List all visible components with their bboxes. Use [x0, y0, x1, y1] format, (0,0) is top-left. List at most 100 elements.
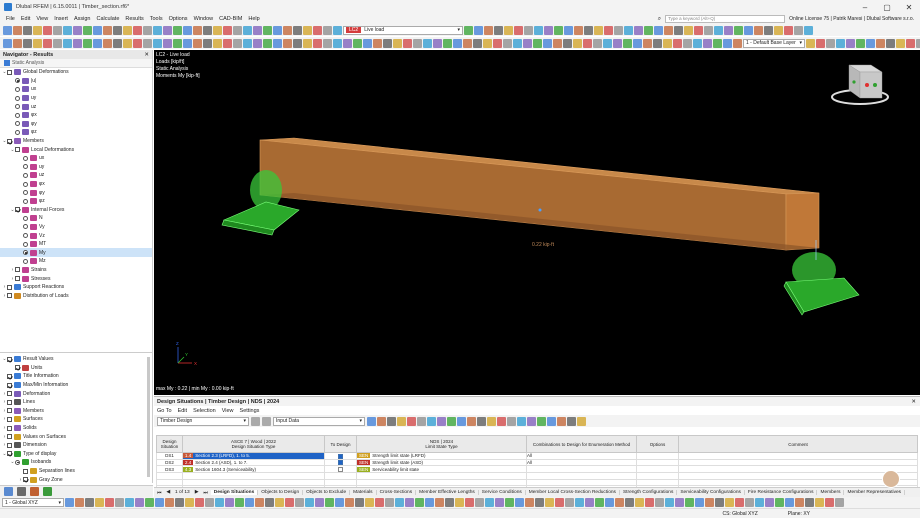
tree-radio[interactable]: [23, 164, 28, 170]
toolbar-tool-icon[interactable]: [93, 25, 102, 35]
toolbar-tool-icon[interactable]: [453, 38, 462, 48]
toolbar-tool-icon[interactable]: [755, 498, 764, 507]
toolbar-tool-icon[interactable]: [93, 38, 102, 48]
toolbar-tool-icon[interactable]: [525, 498, 534, 507]
toolbar-tool-icon[interactable]: [193, 25, 202, 35]
tree-item[interactable]: › Solids: [0, 424, 152, 433]
toolbar-tool-icon[interactable]: [205, 498, 214, 507]
toolbar-tool-icon[interactable]: [673, 38, 682, 48]
toolbar-tool-icon[interactable]: [503, 38, 512, 48]
toolbar-tool-icon[interactable]: [543, 38, 552, 48]
menu-help[interactable]: Help: [245, 16, 262, 22]
toolbar-tool-icon[interactable]: [243, 25, 252, 35]
toolbar-tool-icon[interactable]: [585, 498, 594, 507]
toolbar-tool-icon[interactable]: [605, 498, 614, 507]
toolbar-tool-icon[interactable]: [13, 25, 22, 35]
tab-member-local-cross-section-reductions[interactable]: Member Local Cross-Section Reductions: [526, 490, 620, 495]
toolbar-tool-icon[interactable]: [53, 25, 62, 35]
toolbar-tool-icon[interactable]: [255, 498, 264, 507]
tree-checkbox[interactable]: [7, 434, 12, 440]
toolbar-tool-icon[interactable]: [23, 25, 32, 35]
layer-select[interactable]: 1 - Default Base Layer ▾: [743, 38, 805, 48]
toolbar-tool-icon[interactable]: [173, 38, 182, 48]
menu-results[interactable]: Results: [122, 16, 146, 22]
toolbar-tool-icon[interactable]: [223, 25, 232, 35]
tree-checkbox[interactable]: [7, 284, 12, 290]
limit-state-cell[interactable]: SEN Serviceability limit state: [356, 465, 527, 474]
toolbar-tool-icon[interactable]: [475, 498, 484, 507]
toolbar-tool-icon[interactable]: [133, 25, 142, 35]
tree-radio[interactable]: [23, 250, 28, 256]
toolbar-tool-icon[interactable]: [3, 38, 12, 48]
toolbar-tool-icon[interactable]: [876, 38, 885, 48]
toolbar-tool-icon[interactable]: [435, 498, 444, 507]
toolbar-tool-icon[interactable]: [664, 25, 673, 35]
toolbar-tool-icon[interactable]: [163, 38, 172, 48]
to-design-checkbox[interactable]: [338, 453, 343, 459]
tree-item[interactable]: ⌄ Result Values: [0, 355, 152, 364]
limit-state-cell[interactable]: SEN Strength limit state (ASD): [356, 458, 527, 467]
toolbar-tool-icon[interactable]: [53, 38, 62, 48]
tree-item[interactable]: φx: [0, 180, 152, 189]
toolbar-tool-icon[interactable]: [333, 38, 342, 48]
tree-radio[interactable]: [15, 129, 20, 135]
toolbar-tool-icon[interactable]: [574, 25, 583, 35]
tree-item[interactable]: Separation lines: [0, 467, 152, 476]
toolbar-tool-icon[interactable]: [784, 25, 793, 35]
toolbar-tool-icon[interactable]: [725, 498, 734, 507]
toolbar-tool-icon[interactable]: [495, 498, 504, 507]
toolbar-tool-icon[interactable]: [594, 25, 603, 35]
toolbar-tool-icon[interactable]: [613, 38, 622, 48]
tree-radio[interactable]: [23, 215, 28, 221]
toolbar-tool-icon[interactable]: [603, 38, 612, 48]
toolbar-tool-icon[interactable]: [906, 38, 915, 48]
toolbar-tool-icon[interactable]: [355, 498, 364, 507]
toolbar-tool-icon[interactable]: [115, 498, 124, 507]
tree-item[interactable]: › Lines: [0, 398, 152, 407]
tab-serviceability-configurations[interactable]: Serviceability Configurations: [677, 490, 745, 495]
toolbar-tool-icon[interactable]: [493, 38, 502, 48]
toolbar-tool-icon[interactable]: [655, 498, 664, 507]
toolbar-tool-icon[interactable]: [417, 416, 426, 426]
toolbar-tool-icon[interactable]: [744, 25, 753, 35]
toolbar-tool-icon[interactable]: [455, 498, 464, 507]
menu-view[interactable]: View: [33, 16, 51, 22]
toolbar-tool-icon[interactable]: [584, 25, 593, 35]
toolbar-tool-icon[interactable]: [825, 498, 834, 507]
toolbar-tool-icon[interactable]: [105, 498, 114, 507]
maximize-button[interactable]: ▢: [876, 3, 898, 12]
toolbar-tool-icon[interactable]: [413, 38, 422, 48]
tree-checkbox[interactable]: [7, 408, 12, 414]
toolbar-tool-icon[interactable]: [353, 38, 362, 48]
toolbar-tool-icon[interactable]: [165, 498, 174, 507]
toolbar-tool-icon[interactable]: [547, 416, 556, 426]
tree-item[interactable]: φy: [0, 188, 152, 197]
tree-checkbox[interactable]: [23, 477, 28, 483]
tree-item[interactable]: φx: [0, 111, 152, 120]
tree-radio[interactable]: [23, 155, 28, 161]
tree-item[interactable]: Title Information: [0, 372, 152, 381]
toolbar-tool-icon[interactable]: [303, 38, 312, 48]
tab-member-effective-lengths[interactable]: Member Effective Lengths: [416, 490, 479, 495]
toolbar-tool-icon[interactable]: [133, 38, 142, 48]
toolbar-tool-icon[interactable]: [233, 25, 242, 35]
toolbar-tool-icon[interactable]: [575, 498, 584, 507]
menu-options[interactable]: Options: [166, 16, 191, 22]
tree-item[interactable]: › Stresses: [0, 274, 152, 283]
tree-item[interactable]: uy: [0, 94, 152, 103]
toolbar-tool-icon[interactable]: [433, 38, 442, 48]
toolbar-tool-icon[interactable]: [173, 25, 182, 35]
table-row[interactable]: DS2 2.4 Section 2.4 (ASD), 1. to 7. SEN Stre…: [156, 458, 918, 467]
toolbar-tool-icon[interactable]: [785, 498, 794, 507]
toolbar-tool-icon[interactable]: [85, 498, 94, 507]
tree-checkbox[interactable]: [23, 468, 28, 474]
options-cell[interactable]: [636, 465, 679, 474]
tree-checkbox[interactable]: [7, 69, 12, 75]
toolbar-tool-icon[interactable]: [443, 38, 452, 48]
tree-item[interactable]: ⌄ Global Deformations: [0, 68, 152, 77]
tab-design-situations[interactable]: Design Situations: [210, 490, 259, 495]
to-design-checkbox[interactable]: [338, 460, 343, 465]
toolbar-tool-icon[interactable]: [537, 416, 546, 426]
toolbar-tool-icon[interactable]: [654, 25, 663, 35]
tree-checkbox[interactable]: [15, 147, 20, 153]
